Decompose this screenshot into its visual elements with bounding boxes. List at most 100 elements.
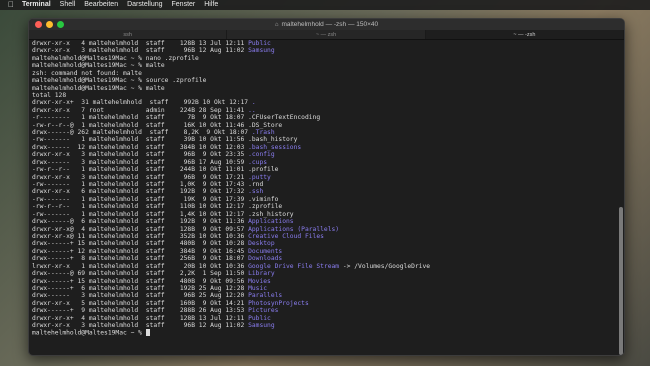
terminal-line: -rw------- 1 maltehelmhold staff 19K 9 O…	[32, 196, 616, 203]
tab-bar: ssh ~ — zsh ~ — -zsh	[29, 30, 624, 40]
directory-name: .cups	[248, 158, 268, 166]
terminal-line: maltehelmhold@Maltes19Mac ~ % malte	[32, 85, 616, 92]
line-text: drwxr-xr-x@ 11 maltehelmhold staff 352B …	[32, 232, 249, 240]
line-text: drwx------ 3 maltehelmhold staff 96B 25 …	[32, 292, 249, 300]
directory-name: .putty	[248, 173, 271, 181]
terminal-line: maltehelmhold@Maltes19Mac ~ % nano .zpro…	[32, 55, 616, 62]
scrollbar[interactable]	[619, 207, 623, 355]
line-text: drwxr-xr-x 3 maltehelmhold staff 96B 9 O…	[32, 173, 249, 181]
directory-name: Public	[248, 314, 271, 322]
directory-name: PhotosynProjects	[248, 299, 309, 307]
tab-ssh[interactable]: ssh	[29, 30, 228, 39]
line-text: drwx------+ 6 maltehelmhold staff 192B 2…	[32, 284, 249, 292]
directory-name: .config	[248, 151, 275, 159]
line-text: -rw-r--r-- 1 maltehelmhold staff 244B 10…	[32, 166, 249, 174]
line-text: drwx------+ 9 maltehelmhold staff 288B 2…	[32, 307, 249, 315]
terminal-line: lrwxr-xr-x 1 maltehelmhold staff 20B 10 …	[32, 263, 616, 270]
directory-name: Downloads	[248, 255, 283, 263]
line-text: -rw------- 1 maltehelmhold staff 1,4K 10…	[32, 210, 249, 218]
terminal-line: -r-------- 1 maltehelmhold staff 7B 9 Ok…	[32, 114, 616, 121]
line-text: drwxr-xr-x 4 maltehelmhold staff 128B 13…	[32, 40, 249, 47]
terminal-line: drwx------@ 69 maltehelmhold staff 2,2K …	[32, 270, 616, 277]
terminal-line: zsh: command not found: malte	[32, 70, 616, 77]
terminal-line: drwx------@ 262 maltehelmhold staff 8,2K…	[32, 129, 616, 136]
terminal-line: drwxr-xr-x@ 4 maltehelmhold staff 128B 9…	[32, 226, 616, 233]
line-text: drwxr-xr-x 3 maltehelmhold staff 96B 12 …	[32, 322, 249, 330]
tab-zsh[interactable]: ~ — zsh	[227, 30, 426, 39]
line-text: -rw------- 1 maltehelmhold staff 1,0K 9 …	[32, 181, 249, 189]
line-text: drwx------ 3 maltehelmhold staff 96B 17 …	[32, 158, 249, 166]
terminal-line: drwxr-xr-x 7 root admin 224B 28 Sep 11:4…	[32, 107, 616, 114]
close-button[interactable]	[35, 21, 42, 28]
directory-name: .	[251, 99, 256, 107]
line-text: -rw------- 1 maltehelmhold staff 19K 9 O…	[32, 195, 249, 203]
line-text: drwxr-xr-x+ 4 maltehelmhold staff 128B 1…	[32, 314, 249, 322]
menu-hilfe[interactable]: Hilfe	[204, 0, 218, 10]
menu-terminal[interactable]: Terminal	[22, 0, 51, 10]
terminal-output[interactable]: drwxr-xr-x 4 maltehelmhold staff 128B 13…	[32, 40, 616, 353]
menu-shell[interactable]: Shell	[60, 0, 76, 10]
window-title: maltehelmhold — -zsh — 150×40	[281, 21, 379, 28]
terminal-line: maltehelmhold@Maltes19Mac ~ % malte	[32, 62, 616, 69]
terminal-line: drwx------+ 15 maltehelmhold staff 480B …	[32, 240, 616, 247]
directory-name: Movies	[248, 277, 271, 285]
directory-name: Creative Cloud Files	[248, 232, 324, 240]
directory-name: Pictures	[248, 307, 279, 315]
terminal-line: drwxr-xr-x@ 11 maltehelmhold staff 352B …	[32, 233, 616, 240]
zoom-button[interactable]	[57, 21, 64, 28]
tab-label: ssh	[123, 31, 132, 38]
terminal-line: drwxr-xr-x 3 maltehelmhold staff 96B 9 O…	[32, 174, 616, 181]
terminal-line: total 128	[32, 92, 616, 99]
line-text: drwxr-xr-x 3 maltehelmhold staff 96B 9 O…	[32, 151, 249, 159]
line-text: zsh: command not found: malte	[32, 69, 142, 77]
directory-name: Documents	[248, 247, 283, 255]
directory-name: .Trash	[251, 129, 275, 137]
apple-icon[interactable]: 	[8, 0, 18, 10]
terminal-line: drwxr-xr-x 3 maltehelmhold staff 96B 12 …	[32, 47, 616, 54]
terminal-line: drwxr-xr-x 6 maltehelmhold staff 192B 9 …	[32, 188, 616, 195]
directory-name: Applications (Parallels)	[248, 225, 340, 233]
home-folder-icon: ⌂	[274, 21, 279, 28]
terminal-line: drwxr-xr-x 3 maltehelmhold staff 96B 9 O…	[32, 151, 616, 158]
line-text: drwx------@ 69 maltehelmhold staff 2,2K …	[32, 270, 249, 278]
line-text: drwx------@ 262 maltehelmhold staff 8,2K…	[32, 129, 252, 137]
terminal-line: drwx------ 3 maltehelmhold staff 96B 25 …	[32, 292, 616, 299]
line-text: drwxr-xr-x 6 maltehelmhold staff 192B 9 …	[32, 188, 249, 196]
menu-bar:  Terminal Shell Bearbeiten Darstellung …	[0, 0, 650, 10]
file-name: .zprofile	[248, 203, 283, 211]
file-name: .zsh_history	[248, 210, 294, 218]
terminal-line: drwx------+ 8 maltehelmhold staff 256B 9…	[32, 255, 616, 262]
terminal-line: drwxr-xr-x+ 4 maltehelmhold staff 128B 1…	[32, 315, 616, 322]
terminal-line: drwxr-xr-x+ 31 maltehelmhold staff 992B …	[32, 99, 616, 106]
file-name: .DS_Store	[248, 121, 283, 129]
line-text: drwx------+ 8 maltehelmhold staff 256B 9…	[32, 255, 249, 263]
terminal-line: drwxr-xr-x 5 maltehelmhold staff 160B 9 …	[32, 300, 616, 307]
line-text: drwxr-xr-x@ 4 maltehelmhold staff 128B 9…	[32, 225, 249, 233]
line-text: drwxr-xr-x 3 maltehelmhold staff 96B 12 …	[32, 47, 249, 55]
line-text: maltehelmhold@Maltes19Mac ~ % malte	[32, 84, 165, 92]
menu-darstellung[interactable]: Darstellung	[127, 0, 162, 10]
line-text: -r-------- 1 maltehelmhold staff 7B 9 Ok…	[32, 114, 249, 122]
minimize-button[interactable]	[46, 21, 53, 28]
terminal-line: drwx------ 3 maltehelmhold staff 96B 17 …	[32, 159, 616, 166]
menu-fenster[interactable]: Fenster	[172, 0, 196, 10]
line-text: maltehelmhold@Maltes19Mac ~ % malte	[32, 62, 165, 70]
terminal-line: -rw-r--r-- 1 maltehelmhold staff 110B 10…	[32, 203, 616, 210]
line-text: maltehelmhold@Maltes19Mac ~ %	[32, 329, 146, 337]
title-bar[interactable]: ⌂ maltehelmhold — -zsh — 150×40	[29, 19, 624, 30]
tab-label: ~ — -zsh	[513, 31, 536, 38]
tab-zsh-active[interactable]: ~ — -zsh	[425, 30, 624, 39]
menu-bearbeiten[interactable]: Bearbeiten	[84, 0, 118, 10]
terminal-line: maltehelmhold@Maltes19Mac ~ %	[32, 329, 616, 337]
tab-label: ~ — zsh	[315, 31, 337, 38]
terminal-window: ⌂ maltehelmhold — -zsh — 150×40 ssh ~ — …	[28, 18, 625, 356]
terminal-line: -rw------- 1 maltehelmhold staff 1,4K 10…	[32, 211, 616, 218]
terminal-line: drwx------+ 15 maltehelmhold staff 480B …	[32, 278, 616, 285]
symlink-target: -> /Volumes/GoogleDrive	[339, 262, 431, 270]
line-text: -rw-r--r--@ 1 maltehelmhold staff 16K 10…	[32, 121, 249, 129]
terminal-line: drwx------@ 6 maltehelmhold staff 192B 9…	[32, 218, 616, 225]
window-controls	[35, 21, 64, 28]
file-name: .bash_history	[248, 136, 298, 144]
terminal-line: -rw------- 1 maltehelmhold staff 1,0K 9 …	[32, 181, 616, 188]
terminal-line: drwx------+ 6 maltehelmhold staff 192B 2…	[32, 285, 616, 292]
